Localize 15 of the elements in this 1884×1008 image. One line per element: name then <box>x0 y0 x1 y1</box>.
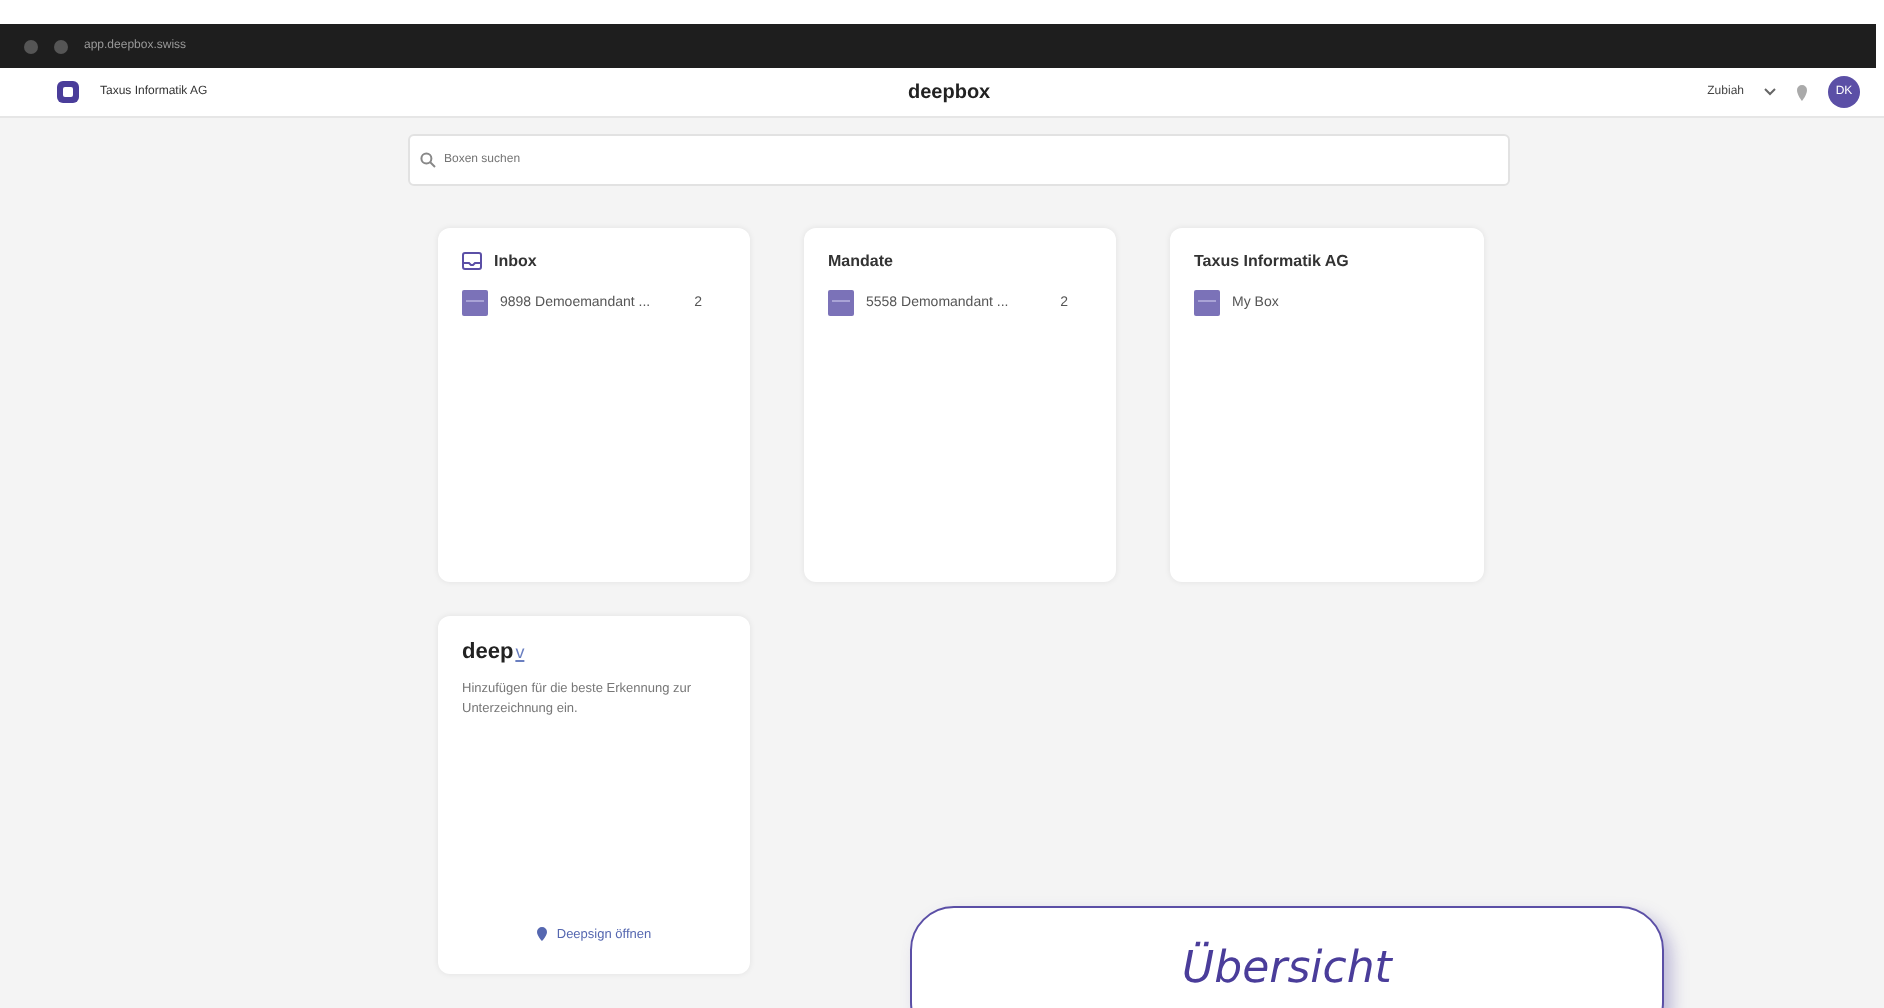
chevron-icon <box>1764 88 1776 96</box>
card-title: Mandate <box>828 252 893 270</box>
box-icon <box>1194 290 1220 316</box>
box-icon <box>462 290 488 316</box>
box-icon <box>828 290 854 316</box>
overview-button[interactable]: Übersicht <box>910 906 1664 1008</box>
inbox-icon <box>462 252 482 270</box>
search-icon <box>420 152 436 168</box>
deepsign-logo: deepv <box>462 640 527 664</box>
pin-icon <box>1796 83 1808 101</box>
pin-icon <box>536 926 549 942</box>
card-title: Inbox <box>494 252 537 270</box>
deepbox-logo: deepbox <box>908 81 991 103</box>
card-title: Taxus Informatik AG <box>1194 252 1349 270</box>
organization-icon <box>56 80 80 104</box>
